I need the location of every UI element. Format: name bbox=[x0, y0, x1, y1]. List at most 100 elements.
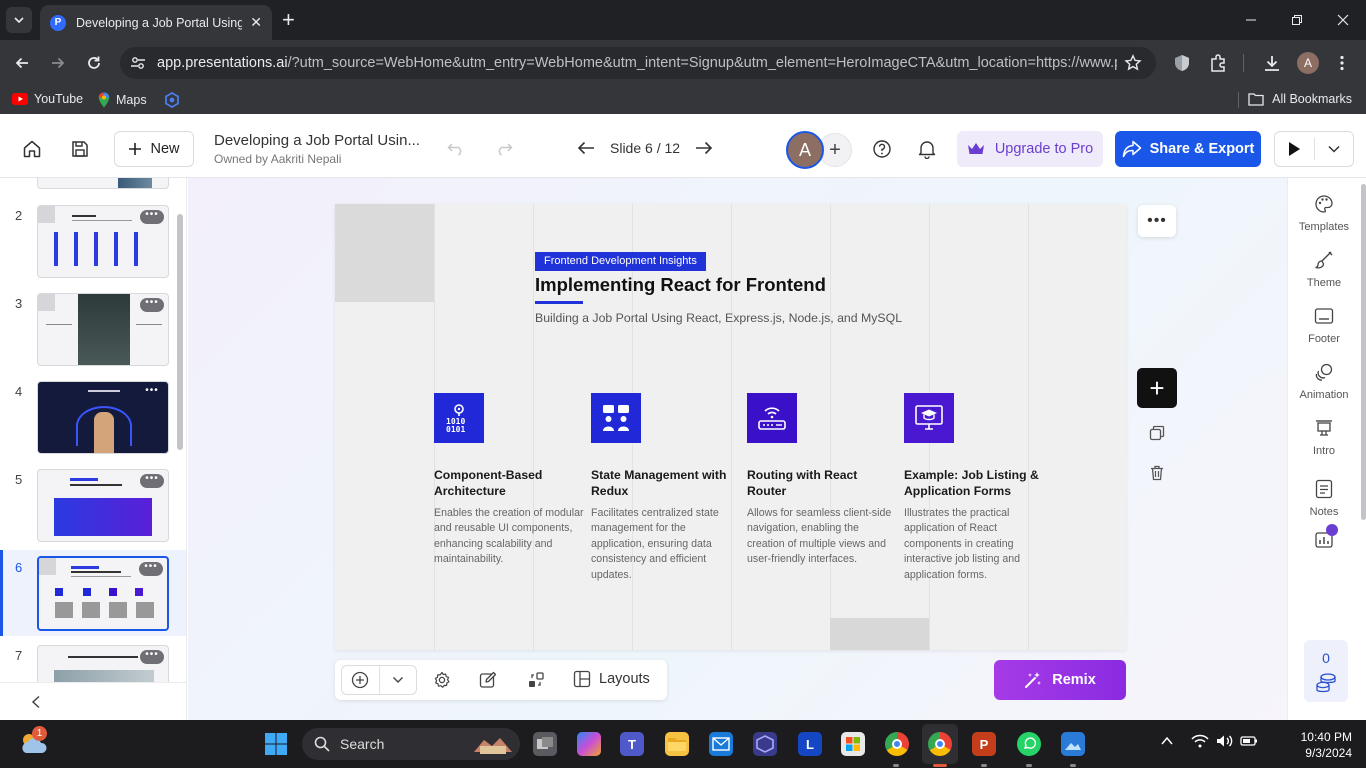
feature-card[interactable]: State Management with Redux Facilitates … bbox=[591, 393, 741, 583]
slide-menu-dots[interactable]: ••• bbox=[140, 650, 164, 664]
tab-search-button[interactable] bbox=[6, 7, 32, 33]
edit-pencil-icon[interactable] bbox=[479, 671, 497, 689]
delete-slide-icon[interactable] bbox=[1148, 464, 1166, 482]
slide-menu-dots[interactable]: ••• bbox=[140, 386, 164, 400]
slide-menu-dots[interactable]: ••• bbox=[140, 210, 164, 224]
minimize-button[interactable] bbox=[1228, 0, 1274, 40]
chrome-active-icon[interactable] bbox=[928, 732, 952, 756]
new-presentation-button[interactable]: New bbox=[114, 131, 194, 167]
l-app-icon[interactable]: L bbox=[798, 732, 822, 756]
templates-tool[interactable]: Templates bbox=[1288, 193, 1360, 233]
slide-thumbnail[interactable]: ••• bbox=[37, 381, 169, 454]
vs-code-icon[interactable] bbox=[753, 732, 777, 756]
shapes-icon[interactable] bbox=[527, 671, 545, 689]
weather-widget[interactable]: 1 bbox=[18, 726, 48, 758]
photos-icon[interactable] bbox=[1061, 732, 1085, 756]
layouts-button[interactable]: Layouts bbox=[573, 670, 650, 688]
right-panel-scrollbar[interactable] bbox=[1361, 184, 1366, 520]
bookmark-extension[interactable] bbox=[164, 92, 180, 108]
teams-icon[interactable]: T bbox=[620, 732, 644, 756]
add-element-button[interactable] bbox=[342, 666, 379, 694]
bookmark-maps[interactable]: Maps bbox=[98, 92, 147, 108]
copilot-icon[interactable] bbox=[577, 732, 601, 756]
back-button[interactable] bbox=[10, 51, 34, 75]
mail-icon[interactable] bbox=[709, 732, 733, 756]
notes-tool[interactable]: Notes bbox=[1288, 478, 1360, 518]
slide-thumbnail-row[interactable]: 2 ••• bbox=[0, 198, 186, 284]
bookmark-youtube[interactable]: YouTube bbox=[12, 92, 83, 106]
start-windows-icon[interactable] bbox=[264, 732, 288, 756]
browser-menu-icon[interactable] bbox=[1332, 53, 1352, 73]
volume-icon[interactable] bbox=[1216, 734, 1234, 748]
slide-menu-dots[interactable]: ••• bbox=[140, 298, 164, 312]
new-tab-button[interactable]: + bbox=[282, 9, 295, 31]
intro-tool[interactable]: Intro bbox=[1288, 417, 1360, 457]
restore-button[interactable] bbox=[1274, 0, 1320, 40]
powerpoint-icon[interactable]: P bbox=[972, 732, 996, 756]
forward-button[interactable] bbox=[46, 51, 70, 75]
slide-6[interactable]: Frontend Development Insights Implementi… bbox=[335, 204, 1126, 650]
thumbnails-scrollbar[interactable] bbox=[177, 214, 183, 450]
file-explorer-icon[interactable] bbox=[665, 732, 689, 756]
slide-thumbnail[interactable]: ••• bbox=[37, 205, 169, 278]
whatsapp-icon[interactable] bbox=[1017, 732, 1041, 756]
slide-thumbnail[interactable]: ••• bbox=[37, 469, 169, 542]
share-export-button[interactable]: Share & Export bbox=[1115, 131, 1261, 167]
reload-button[interactable] bbox=[82, 51, 106, 75]
tray-chevron-up-icon[interactable] bbox=[1160, 734, 1174, 748]
browser-tab-active[interactable]: P Developing a Job Portal Using R ✕ bbox=[40, 5, 272, 40]
slide-thumbnail-row[interactable] bbox=[0, 178, 186, 192]
undo-button[interactable] bbox=[445, 138, 467, 160]
slide-thumbnail-row[interactable]: 5 ••• bbox=[0, 462, 186, 548]
slide-thumbnail[interactable]: ••• bbox=[37, 293, 169, 366]
theme-tool[interactable]: Theme bbox=[1288, 249, 1360, 289]
add-element-dropdown[interactable] bbox=[380, 666, 417, 694]
slide-subtitle[interactable]: Building a Job Portal Using React, Expre… bbox=[535, 311, 902, 325]
slide-thumbnail-row-active[interactable]: 6 ••• bbox=[0, 550, 186, 636]
wifi-icon[interactable] bbox=[1191, 734, 1209, 748]
feature-card[interactable]: 1010 0101 Component-Based Architecture En… bbox=[434, 393, 584, 568]
tab-close-icon[interactable]: ✕ bbox=[250, 14, 262, 31]
extension-shield-icon[interactable] bbox=[1172, 53, 1192, 73]
collapse-panel-chevron-icon[interactable] bbox=[30, 695, 42, 709]
document-title[interactable]: Developing a Job Portal Usin... bbox=[214, 132, 420, 149]
chrome-icon[interactable] bbox=[885, 732, 909, 756]
bookmark-star-icon[interactable] bbox=[1124, 54, 1142, 72]
slide-thumbnail[interactable] bbox=[37, 178, 169, 189]
user-avatar[interactable]: A bbox=[786, 131, 824, 169]
slide-thumbnail-row[interactable]: 3 ••• bbox=[0, 286, 186, 372]
battery-icon[interactable] bbox=[1240, 734, 1258, 748]
feature-card[interactable]: Example: Job Listing & Application Forms… bbox=[904, 393, 1054, 583]
previous-slide-arrow-icon[interactable] bbox=[576, 138, 596, 158]
redo-button[interactable] bbox=[493, 138, 515, 160]
save-button[interactable] bbox=[69, 138, 91, 160]
upgrade-to-pro-button[interactable]: Upgrade to Pro bbox=[957, 131, 1103, 167]
taskbar-search[interactable]: Search bbox=[302, 728, 520, 760]
taskbar-clock[interactable]: 10:40 PM 9/3/2024 bbox=[1272, 729, 1352, 761]
slide-title[interactable]: Implementing React for Frontend bbox=[535, 274, 826, 296]
animation-tool[interactable]: Animation bbox=[1288, 361, 1360, 401]
duplicate-slide-icon[interactable] bbox=[1148, 424, 1166, 442]
play-presentation-button[interactable] bbox=[1275, 132, 1314, 166]
present-options-dropdown[interactable] bbox=[1315, 132, 1354, 166]
slide-menu-dots[interactable]: ••• bbox=[140, 474, 164, 488]
slide-thumbnail-row[interactable]: 4 ••• bbox=[0, 374, 186, 460]
remix-button[interactable]: Remix bbox=[994, 660, 1126, 700]
task-view-icon[interactable] bbox=[533, 732, 557, 756]
extensions-puzzle-icon[interactable] bbox=[1208, 53, 1228, 73]
slide-thumbnail[interactable]: ••• bbox=[37, 556, 169, 631]
notifications-button[interactable] bbox=[916, 138, 938, 160]
analytics-tool[interactable] bbox=[1288, 524, 1360, 556]
slide-tag[interactable]: Frontend Development Insights bbox=[535, 252, 706, 271]
browser-profile-avatar[interactable]: A bbox=[1297, 52, 1319, 74]
store-icon[interactable] bbox=[841, 732, 865, 756]
settings-gear-icon[interactable] bbox=[433, 671, 451, 689]
next-slide-arrow-icon[interactable] bbox=[694, 138, 714, 158]
footer-tool[interactable]: Footer bbox=[1288, 305, 1360, 345]
add-slide-button[interactable]: + bbox=[1137, 368, 1177, 408]
close-window-button[interactable] bbox=[1320, 0, 1366, 40]
address-bar[interactable]: app.presentations.ai/?utm_source=WebHome… bbox=[120, 47, 1156, 79]
help-button[interactable] bbox=[871, 138, 893, 160]
feature-card[interactable]: Routing with React Router Allows for sea… bbox=[747, 393, 897, 568]
downloads-icon[interactable] bbox=[1262, 53, 1282, 73]
